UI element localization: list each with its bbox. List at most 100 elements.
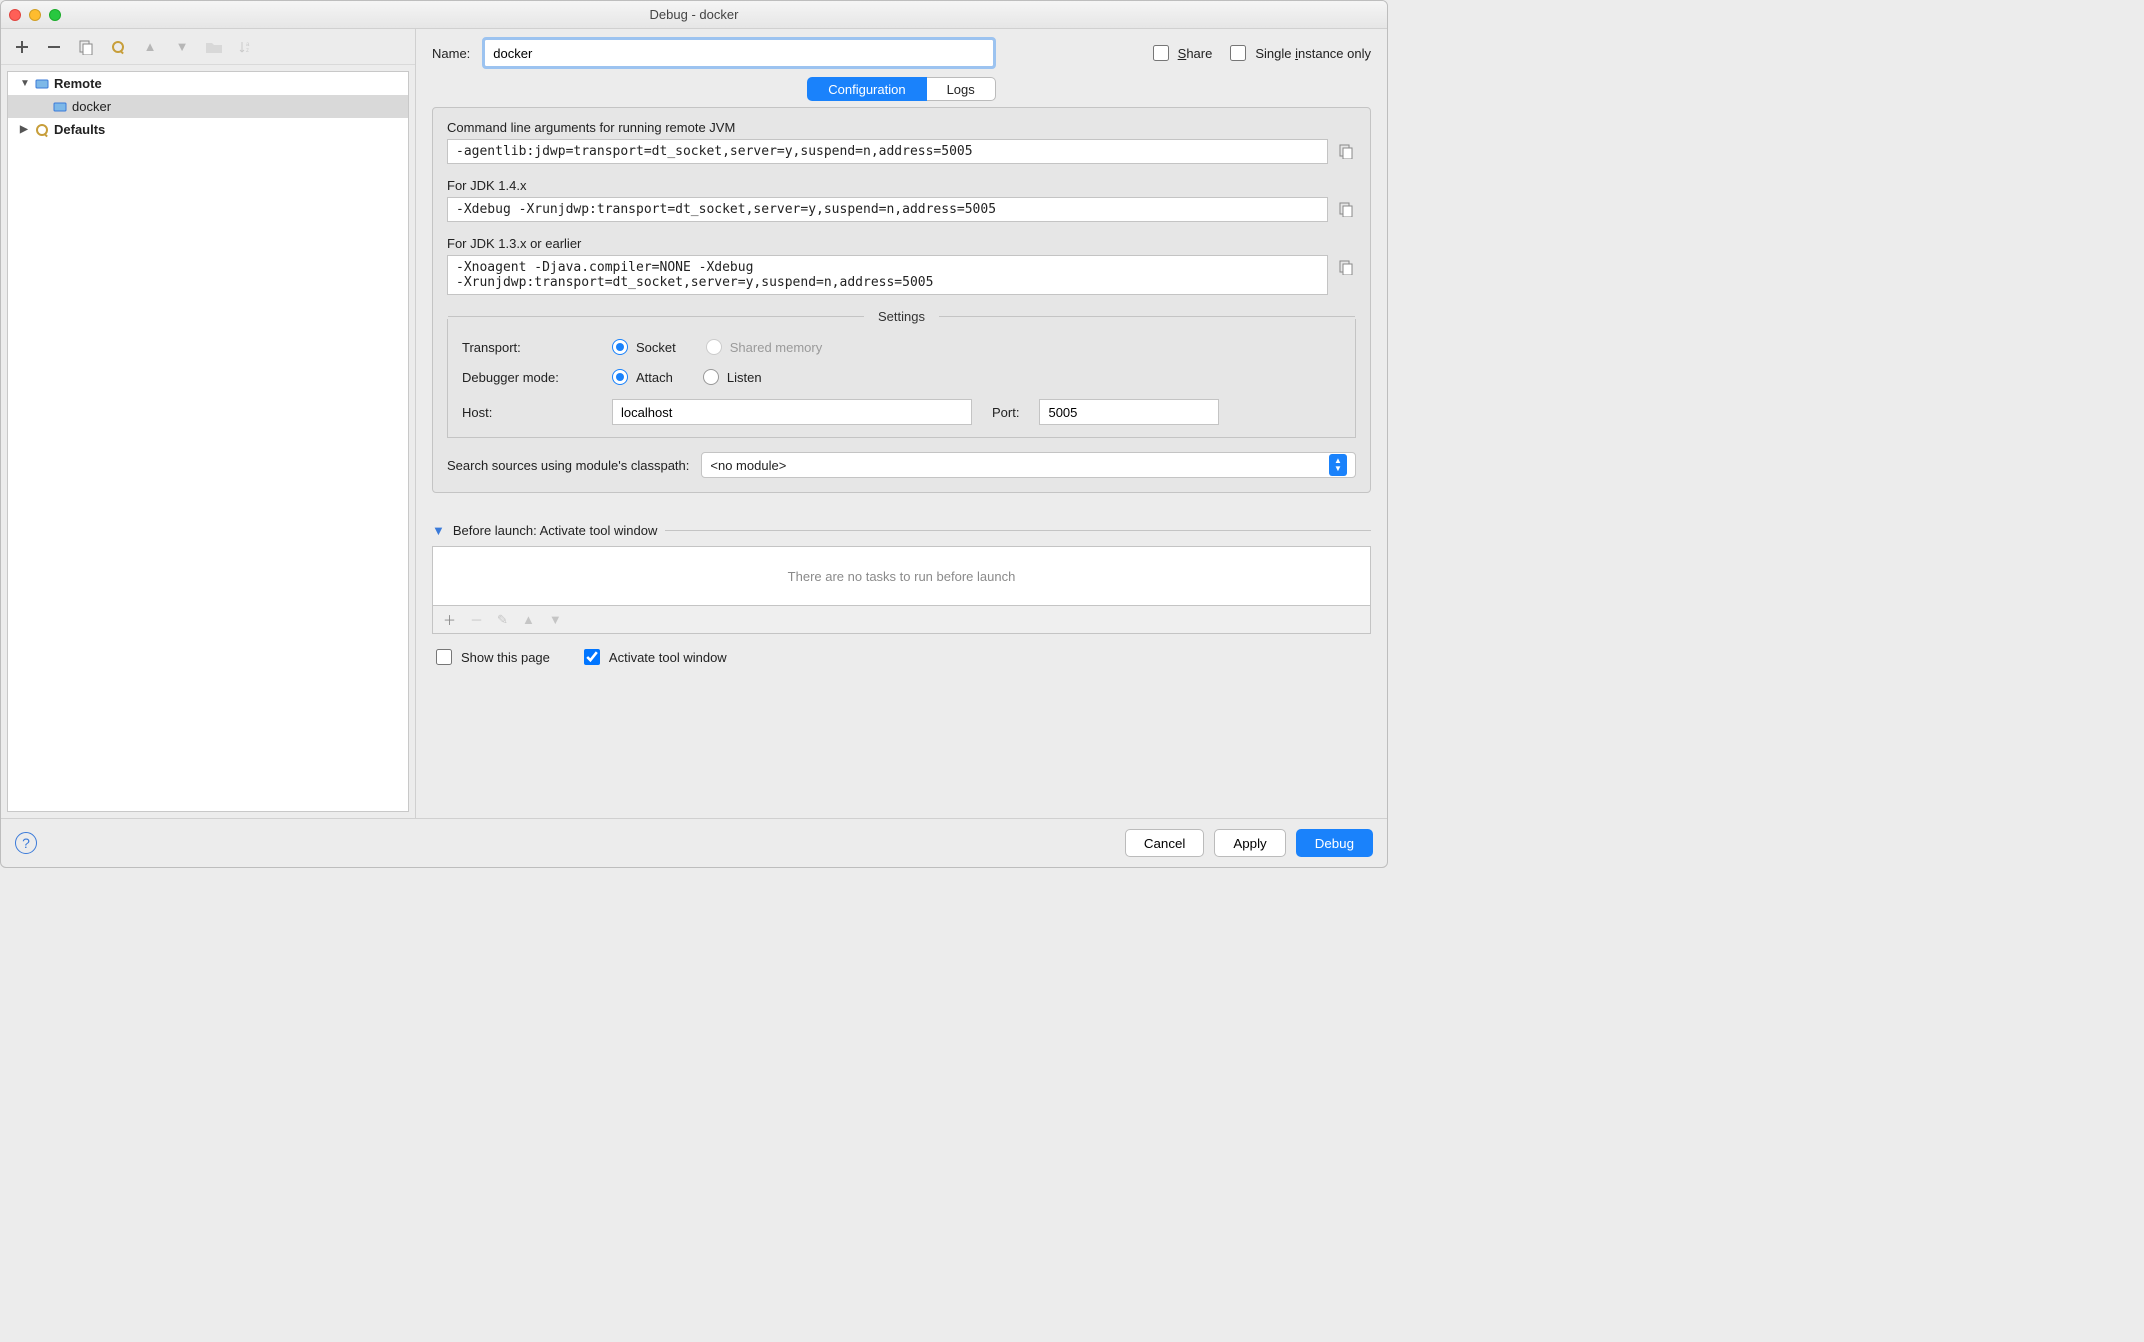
host-input[interactable] <box>612 399 972 425</box>
dialog-body: ▲ ▼ az ▼ Remote docker ▶ Defaults <box>1 29 1387 818</box>
dialog-footer: ? Cancel Apply Debug <box>1 818 1387 867</box>
cmdline-label: Command line arguments for running remot… <box>447 120 1356 135</box>
before-launch-toolbar: ＋ － ✎ ▲ ▼ <box>432 606 1371 634</box>
transport-socket-label: Socket <box>636 340 676 355</box>
radio-off-icon <box>703 369 719 385</box>
tab-configuration[interactable]: Configuration <box>807 77 926 101</box>
before-launch-list[interactable]: There are no tasks to run before launch <box>432 546 1371 606</box>
settings-legend: Settings <box>874 309 929 324</box>
collapse-arrow-icon[interactable]: ▶ <box>20 124 30 135</box>
copy-icon[interactable] <box>1338 259 1356 277</box>
hostport-row: Port: <box>612 399 1341 425</box>
single-instance-label: Single instance onlySingle instance only <box>1255 46 1371 61</box>
tree-group-defaults[interactable]: ▶ Defaults <box>8 118 408 141</box>
sort-icon[interactable]: az <box>237 38 255 56</box>
classpath-value: <no module> <box>710 458 786 473</box>
move-up-icon[interactable]: ▲ <box>141 38 159 56</box>
add-config-icon[interactable] <box>13 38 31 56</box>
jdk13-value[interactable]: -Xnoagent -Djava.compiler=NONE -Xdebug -… <box>447 255 1328 295</box>
window-title: Debug - docker <box>1 7 1387 22</box>
config-tree[interactable]: ▼ Remote docker ▶ Defaults <box>7 71 409 812</box>
window-controls <box>9 9 61 21</box>
sidebar-toolbar: ▲ ▼ az <box>1 29 415 65</box>
zoom-window-button[interactable] <box>49 9 61 21</box>
copy-config-icon[interactable] <box>77 38 95 56</box>
svg-text:z: z <box>246 48 249 54</box>
single-instance-checkbox[interactable]: Single instance onlySingle instance only <box>1226 42 1371 64</box>
tab-group: Configuration Logs <box>807 77 996 101</box>
remote-config-icon <box>52 99 68 115</box>
jdk14-value[interactable]: -Xdebug -Xrunjdwp:transport=dt_socket,se… <box>447 197 1328 222</box>
activate-tool-window-input[interactable] <box>584 649 600 665</box>
help-icon[interactable]: ? <box>15 832 37 854</box>
before-launch-checks: Show this page Activate tool window <box>432 646 1371 668</box>
debugger-mode-row: Attach Listen <box>612 369 1341 385</box>
bl-edit-icon[interactable]: ✎ <box>497 612 508 628</box>
transport-shared-label: Shared memory <box>730 340 822 355</box>
cancel-button[interactable]: Cancel <box>1125 829 1205 857</box>
classpath-label: Search sources using module's classpath: <box>447 458 689 473</box>
before-launch-header[interactable]: ▼ Before launch: Activate tool window <box>432 523 1371 538</box>
dialog-window: Debug - docker ▲ ▼ az ▼ Remote <box>0 0 1388 868</box>
disclosure-arrow-icon[interactable]: ▼ <box>432 523 445 538</box>
port-input[interactable] <box>1039 399 1219 425</box>
remove-config-icon[interactable] <box>45 38 63 56</box>
transport-row: Socket Shared memory <box>612 339 1341 355</box>
tree-label: docker <box>72 99 111 114</box>
share-checkbox[interactable]: SSharehare <box>1149 42 1213 64</box>
copy-icon[interactable] <box>1338 143 1356 161</box>
configuration-panel: Command line arguments for running remot… <box>432 107 1371 493</box>
share-checkbox-input[interactable] <box>1153 45 1169 61</box>
cmdline-value[interactable]: -agentlib:jdwp=transport=dt_socket,serve… <box>447 139 1328 164</box>
port-label: Port: <box>992 405 1019 420</box>
settings-fieldset: Settings Transport: Socket Sh <box>447 319 1356 438</box>
expand-arrow-icon[interactable]: ▼ <box>20 78 30 89</box>
debug-button[interactable]: Debug <box>1296 829 1373 857</box>
transport-label: Transport: <box>462 340 612 355</box>
defaults-group-icon <box>34 122 50 138</box>
tree-group-remote[interactable]: ▼ Remote <box>8 72 408 95</box>
radio-on-icon <box>612 369 628 385</box>
jdk14-label: For JDK 1.4.x <box>447 178 1356 193</box>
radio-disabled-icon <box>706 339 722 355</box>
mode-listen-radio[interactable]: Listen <box>703 369 762 385</box>
share-label: SSharehare <box>1178 46 1213 61</box>
move-down-icon[interactable]: ▼ <box>173 38 191 56</box>
folder-icon[interactable] <box>205 38 223 56</box>
select-arrows-icon: ▲▼ <box>1329 454 1347 476</box>
activate-tool-window-label: Activate tool window <box>609 650 727 665</box>
copy-icon[interactable] <box>1338 201 1356 219</box>
edit-templates-icon[interactable] <box>109 38 127 56</box>
before-launch-title: Before launch: Activate tool window <box>453 523 658 538</box>
bl-up-icon[interactable]: ▲ <box>522 612 535 627</box>
tree-label: Defaults <box>54 122 105 137</box>
activate-tool-window-checkbox[interactable]: Activate tool window <box>580 646 727 668</box>
tree-item-docker[interactable]: docker <box>8 95 408 118</box>
minimize-window-button[interactable] <box>29 9 41 21</box>
tabs: Configuration Logs <box>432 77 1371 101</box>
bl-add-icon[interactable]: ＋ <box>443 610 456 629</box>
host-label: Host: <box>462 405 612 420</box>
classpath-row: Search sources using module's classpath:… <box>447 452 1356 478</box>
show-this-page-checkbox[interactable]: Show this page <box>432 646 550 668</box>
mode-attach-radio[interactable]: Attach <box>612 369 673 385</box>
jdk13-label: For JDK 1.3.x or earlier <box>447 236 1356 251</box>
name-input[interactable] <box>484 39 994 67</box>
mode-attach-label: Attach <box>636 370 673 385</box>
tree-label: Remote <box>54 76 102 91</box>
close-window-button[interactable] <box>9 9 21 21</box>
classpath-select[interactable]: <no module> ▲▼ <box>701 452 1356 478</box>
header-row: Name: SSharehare Single instance onlySin… <box>432 39 1371 67</box>
single-instance-checkbox-input[interactable] <box>1230 45 1246 61</box>
show-this-page-input[interactable] <box>436 649 452 665</box>
transport-socket-radio[interactable]: Socket <box>612 339 676 355</box>
mode-listen-label: Listen <box>727 370 762 385</box>
transport-shared-radio: Shared memory <box>706 339 822 355</box>
before-launch-empty: There are no tasks to run before launch <box>788 569 1016 584</box>
apply-button[interactable]: Apply <box>1214 829 1285 857</box>
tab-logs[interactable]: Logs <box>927 77 996 101</box>
titlebar: Debug - docker <box>1 1 1387 29</box>
bl-down-icon[interactable]: ▼ <box>549 612 562 627</box>
bl-remove-icon[interactable]: － <box>470 610 483 629</box>
remote-group-icon <box>34 76 50 92</box>
